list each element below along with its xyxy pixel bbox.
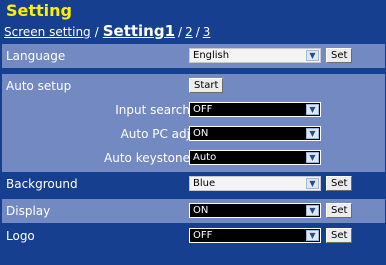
logo-value: OFF: [193, 230, 213, 241]
breadcrumb-screen-setting[interactable]: Screen setting: [4, 25, 91, 39]
breadcrumb-current: Setting1: [102, 22, 176, 40]
input-search-value: OFF: [193, 104, 213, 115]
auto-pc-adj-value: ON: [193, 128, 209, 139]
page-title: Setting: [6, 1, 72, 20]
page-separator: /: [178, 25, 183, 39]
language-label: Language: [6, 49, 66, 63]
language-value: English: [193, 50, 230, 61]
input-search-label: Input search: [115, 103, 190, 117]
auto-pc-adj-label: Auto PC adj: [120, 127, 190, 141]
chevron-down-icon[interactable]: ▼: [306, 50, 319, 61]
input-search-select[interactable]: OFF ▼: [189, 102, 321, 117]
page-2-link[interactable]: 2: [185, 25, 193, 39]
breadcrumb-separator: /: [94, 25, 99, 39]
auto-keystone-value: Auto: [193, 152, 217, 163]
auto-setup-start-button[interactable]: Start: [189, 78, 224, 93]
page-3-link[interactable]: 3: [203, 25, 211, 39]
auto-setup-row: Auto setup Start Input search OFF ▼ Auto…: [2, 74, 385, 172]
display-value: ON: [193, 205, 209, 216]
auto-setup-label: Auto setup: [6, 79, 72, 93]
logo-set-button[interactable]: Set: [326, 228, 353, 243]
chevron-down-icon[interactable]: ▼: [306, 205, 319, 216]
language-set-button[interactable]: Set: [326, 48, 353, 63]
chevron-down-icon[interactable]: ▼: [306, 104, 319, 115]
language-row: Language English ▼ Set: [2, 44, 385, 68]
display-set-button[interactable]: Set: [326, 203, 353, 218]
logo-label: Logo: [6, 229, 35, 243]
chevron-down-icon[interactable]: ▼: [306, 128, 319, 139]
background-value: Blue: [193, 178, 216, 189]
chevron-down-icon[interactable]: ▼: [306, 230, 319, 241]
background-label: Background: [6, 177, 78, 191]
chevron-down-icon[interactable]: ▼: [306, 152, 319, 163]
page-separator: /: [195, 25, 200, 39]
auto-keystone-select[interactable]: Auto ▼: [189, 150, 321, 165]
logo-select[interactable]: OFF ▼: [189, 228, 321, 243]
language-select[interactable]: English ▼: [189, 48, 321, 63]
auto-keystone-label: Auto keystone: [104, 151, 190, 165]
logo-row: Logo OFF ▼ Set: [2, 224, 385, 248]
background-row: Background Blue ▼ Set: [2, 172, 385, 196]
breadcrumb: Screen setting / Setting1 / 2 / 3: [4, 22, 210, 42]
display-label: Display: [6, 204, 51, 218]
chevron-down-icon[interactable]: ▼: [306, 178, 319, 189]
display-select[interactable]: ON ▼: [189, 203, 321, 218]
background-set-button[interactable]: Set: [326, 176, 353, 191]
auto-pc-adj-select[interactable]: ON ▼: [189, 126, 321, 141]
display-row: Display ON ▼ Set: [2, 199, 385, 223]
background-select[interactable]: Blue ▼: [189, 176, 321, 191]
